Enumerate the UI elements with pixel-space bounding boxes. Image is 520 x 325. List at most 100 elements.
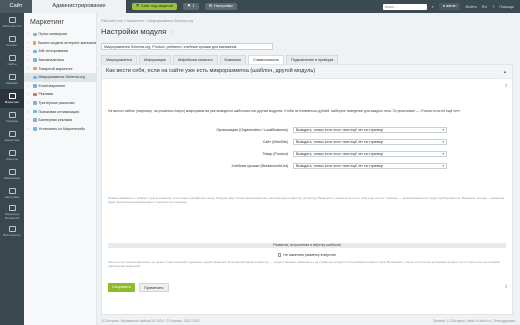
tab[interactable]: Инфоблоки каталога [172, 55, 218, 64]
menu-item-label: Автоаналитика [38, 58, 64, 63]
menu-item-label: Товарный маркетинг [38, 66, 73, 71]
behavior-select[interactable]: Выводить, только если этого типа ещё нет… [293, 127, 447, 133]
menu-item-icon [33, 66, 37, 71]
behavior-select[interactable]: Выводить, только если этого типа ещё нет… [293, 163, 447, 169]
help-icon[interactable]: ? [492, 5, 494, 9]
chevron-down-icon: ▾ [442, 152, 444, 156]
site-protection-label: Сайт под защитой [140, 4, 174, 8]
field-row: Хлебные крошки (BreadcrumbList) Выводить,… [102, 163, 512, 169]
menu-item[interactable]: › Бизнес-модель интернет-магазина [24, 39, 96, 48]
rail-item[interactable]: Маркетинг [0, 89, 24, 108]
menu-item[interactable]: › Установить из Маркетплейс [24, 125, 96, 134]
menu-item[interactable]: › Email-маркетинг [24, 82, 96, 91]
rail-item[interactable]: Настройки [0, 184, 24, 203]
tab[interactable]: Микроразметка [101, 55, 137, 64]
rail-item-label: Рабочий стол [2, 24, 22, 28]
behavior-select-value: Выводить, только если этого типа ещё нет… [296, 152, 384, 156]
rail-item-label: Аналитика [4, 138, 20, 142]
menu-item[interactable]: › Реклама [24, 90, 96, 99]
keep-markup-row: Не изменять разметку в вёрстке [108, 253, 506, 258]
user-name: admin [446, 4, 457, 8]
search-input[interactable]: поиск... [382, 3, 427, 10]
rail-item[interactable]: Переход в Битрикс24 [0, 203, 24, 222]
behavior-select-value: Выводить, только если этого типа ещё нет… [296, 164, 384, 168]
menu-item[interactable]: › Триггерные рассылки [24, 99, 96, 108]
footer-links[interactable]: Пример: 1С-Битрикс | www.1c-bitrix.ru | … [433, 319, 515, 323]
settings-label: Настройки [214, 4, 233, 8]
rail-item-icon [8, 150, 16, 156]
user-button[interactable]: ● admin [438, 3, 461, 10]
panel-title: Как вести себя, если на сайте уже есть м… [106, 68, 316, 74]
rail-item[interactable]: Сайты [0, 51, 24, 70]
rail-item[interactable]: Магазин [0, 70, 24, 89]
rail-item-label: Веб-кластер [3, 233, 21, 237]
main-content: Рабочий стол > Маркетинг > Микроразметка… [97, 13, 520, 325]
rail-item-label: Настройки [4, 195, 20, 199]
save-button[interactable]: Сохранить [108, 283, 135, 292]
menu-item[interactable]: › A/B-тестирование [24, 47, 96, 56]
field-row: Организация (Organization / LocalBusines… [102, 127, 512, 133]
module-select[interactable]: Микроразметка Schema.org, Product, рейти… [101, 43, 273, 50]
settings-button[interactable]: ⚙ Настройки [204, 3, 237, 10]
rail-item[interactable]: Рабочий стол [0, 13, 24, 32]
page-title-wrap: Настройки модуля ☆ [101, 27, 174, 36]
site-tab[interactable]: Сайт [0, 0, 32, 13]
collapse-icon[interactable]: ▲ [503, 65, 507, 78]
field-label: Сайт (WebSite) [262, 140, 288, 144]
menu-item-icon [33, 49, 37, 54]
keep-markup-label: Не изменять разметку в вёрстке [283, 253, 337, 257]
rail-item[interactable]: Клиенты [0, 146, 24, 165]
menu-item-label: Email-маркетинг [38, 83, 66, 88]
menu-item[interactable]: › Автоаналитика [24, 56, 96, 65]
rail-item-label: Marketplace [3, 176, 21, 180]
rail-item[interactable]: Контент [0, 32, 24, 51]
menu-item-icon [33, 92, 37, 97]
menu-item-icon [33, 101, 37, 105]
star-icon[interactable]: ☆ [169, 30, 173, 36]
scroll-handle-icon[interactable]: ⇕ [504, 83, 508, 89]
rail-item-label: Сервисы [5, 119, 19, 123]
language-switch[interactable]: RU [482, 5, 487, 9]
tab[interactable]: Подключение и проверка [286, 55, 339, 64]
menu-item-label: Триггерные рассылки [38, 101, 75, 106]
menu-item-label: A/B-тестирование [38, 49, 69, 54]
tab[interactable]: Совместимость [247, 55, 285, 64]
field-label: Организация (Organization / LocalBusines… [216, 128, 288, 132]
tab[interactable]: Компания [219, 55, 246, 64]
site-protection-button[interactable]: ⛨ Сайт под защитой [132, 3, 178, 10]
rail-item[interactable]: Сервисы [0, 108, 24, 127]
rail-item-icon [8, 74, 16, 80]
rail-item[interactable]: Аналитика [0, 127, 24, 146]
help-link[interactable]: Помощь [499, 5, 514, 9]
search-icon[interactable]: ⌕ [432, 5, 434, 9]
behavior-select[interactable]: Выводить, только если этого типа ещё нет… [293, 151, 447, 157]
admin-tab[interactable]: Администрирование [32, 0, 126, 13]
gear-icon: ⚙ [208, 4, 212, 8]
apply-button[interactable]: Применить [139, 283, 169, 292]
rail-item[interactable]: Веб-кластер [0, 222, 24, 241]
tab[interactable]: Информация [138, 55, 171, 64]
rail-item-icon [8, 188, 16, 194]
menu-list: › Пульс конверсии › Бизнес-модель интернет-… [24, 30, 96, 133]
behavior-select[interactable]: Выводить, только если этого типа ещё нет… [293, 139, 447, 145]
rail-item[interactable]: Marketplace [0, 165, 24, 184]
logout-link[interactable]: Выйти [465, 5, 476, 9]
section-menu: Маркетинг › Пульс конверсии › Бизнес-модель… [24, 13, 97, 325]
keep-markup-checkbox[interactable] [277, 253, 282, 257]
behavior-select-value: Выводить, только если этого типа ещё нет… [296, 140, 384, 144]
menu-item[interactable]: › Пульс конверсии [24, 30, 96, 39]
chevron-down-icon: ▾ [442, 164, 444, 168]
field-row: Сайт (WebSite) Выводить, только если этог… [102, 139, 512, 145]
rail-item-icon [8, 55, 16, 61]
menu-item[interactable]: › Товарный маркетинг [24, 64, 96, 73]
scroll-handle-icon-bottom[interactable]: ⇕ [504, 284, 508, 290]
rail-item-icon [8, 131, 16, 137]
menu-item[interactable]: › Поисковая оптимизация [24, 107, 96, 116]
rail-item-icon [8, 112, 16, 118]
menu-item[interactable]: › Баннерная реклама [24, 116, 96, 125]
shield-icon: ⛨ [136, 4, 139, 8]
menu-item[interactable]: › Микроразметка Schema.org [24, 72, 96, 82]
notifications-button[interactable]: ⚑ 1 [183, 3, 199, 10]
menu-item-label: Реклама [38, 92, 53, 97]
keep-markup-note: Обычно эту галочку включать не нужно. Он… [108, 260, 500, 268]
